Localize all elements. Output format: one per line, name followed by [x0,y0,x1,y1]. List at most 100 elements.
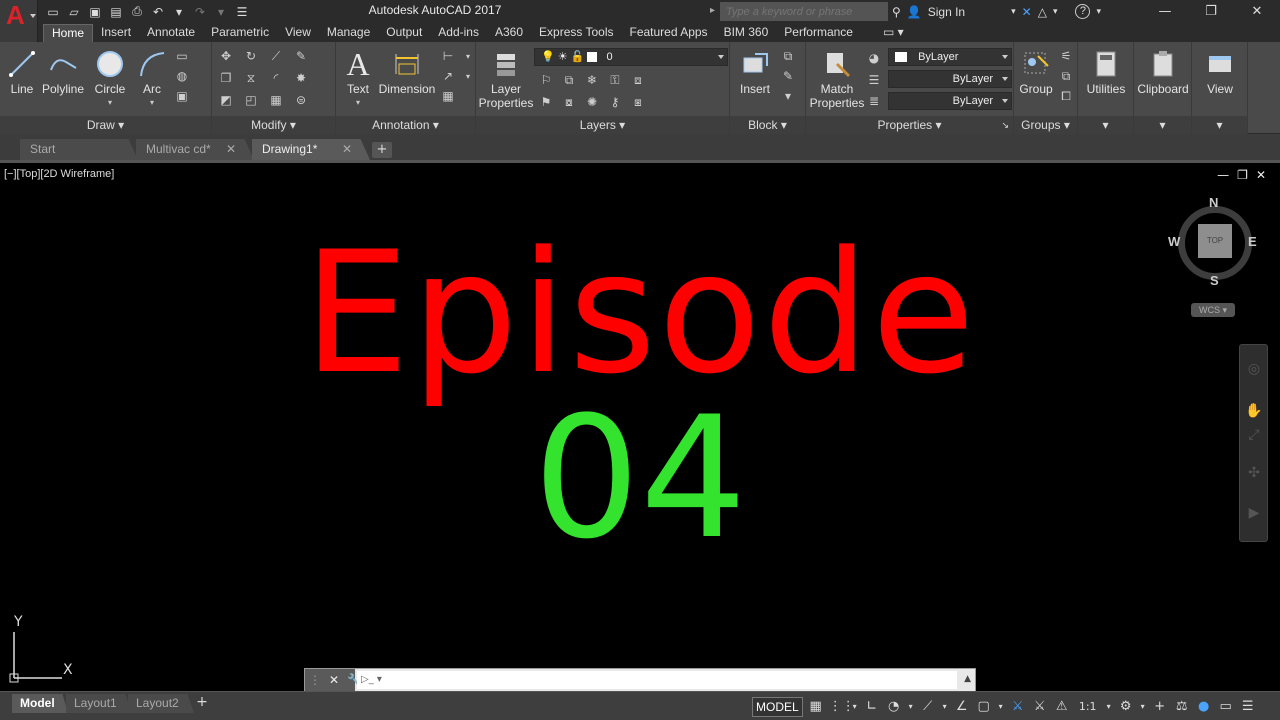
close-icon[interactable]: ✕ [1234,0,1280,23]
erase-icon[interactable]: ✎ [293,48,309,64]
layout-tab-model[interactable]: Model [12,694,68,713]
insert-block-button[interactable]: Insert [734,46,776,96]
block-panel-footer[interactable]: Block ▾ [730,116,805,134]
compass-east[interactable]: E [1248,234,1257,249]
view-panel-footer[interactable]: ▾ [1192,116,1247,134]
color-dropdown[interactable]: ByLayer [888,48,1012,66]
polyline-button[interactable]: Polyline [40,46,86,96]
polar-dropdown-icon[interactable]: ▾ [907,698,915,716]
compass-west[interactable]: W [1168,234,1180,249]
copy-icon[interactable]: ❐ [218,70,234,86]
workspace-dropdown-icon[interactable]: ▾ [1139,698,1147,716]
show-motion-icon[interactable]: ▶ [1245,505,1263,523]
steering-wheel-icon[interactable]: ◎ [1245,361,1263,379]
scale-icon[interactable]: ◰ [243,92,259,108]
explode-icon[interactable]: ✸ [293,70,309,86]
layer-freeze-icon[interactable]: ❄ [584,72,600,88]
array-icon[interactable]: ▦ [268,92,284,108]
doc-tab-start[interactable]: Start [20,139,138,160]
tab-featured-apps[interactable]: Featured Apps [622,24,716,42]
model-space-button[interactable]: MODEL [752,697,803,717]
group-edit-icon[interactable]: ⧉ [1058,68,1074,84]
tab-add-ins[interactable]: Add-ins [430,24,487,42]
match-properties-button[interactable]: Match Properties [808,46,866,110]
isodraft-dropdown-icon[interactable]: ▾ [941,698,949,716]
clipboard-panel-footer[interactable]: ▾ [1134,116,1191,134]
exchange-icon[interactable]: ✕ [1022,5,1032,19]
layer-properties-button[interactable]: Layer Properties [478,46,534,110]
tab-insert[interactable]: Insert [93,24,139,42]
workspace-gear-icon[interactable]: ⚙ [1117,698,1135,716]
create-block-icon[interactable]: ⧉ [780,48,796,64]
command-input[interactable] [357,671,957,689]
trim-icon[interactable]: ⟋ [268,48,284,64]
annotation-visibility-icon[interactable]: ⚔ [1009,698,1027,716]
line-button[interactable]: Line [6,46,38,96]
help-icon[interactable]: ? [1075,4,1091,19]
linetype-dropdown[interactable]: ByLayer [888,92,1012,110]
ribbon-options-icon[interactable]: ▭ ▾ [875,24,912,42]
linear-dimension-icon[interactable]: ⊢ [440,48,456,64]
stretch-icon[interactable]: ◩ [218,92,234,108]
search-expand-icon[interactable]: ▸ [710,5,715,16]
boundary-icon[interactable]: ▣ [174,88,190,104]
properties-panel-footer[interactable]: Properties ▾ ↘ [806,116,1013,134]
doc-tab-drawing1[interactable]: Drawing1* ✕ [252,139,370,160]
modify-panel-footer[interactable]: Modify ▾ [212,116,335,134]
arc-dropdown-icon[interactable]: ▾ [134,96,170,110]
linear-dropdown-icon[interactable]: ▾ [460,48,476,64]
layer-unisolate-icon[interactable]: ⧇ [561,94,577,110]
wcs-menu[interactable]: WCS ▾ [1191,303,1235,317]
annotation-panel-footer[interactable]: Annotation ▾ [336,116,475,134]
tab-bim-360[interactable]: BIM 360 [716,24,777,42]
utilities-panel-footer[interactable]: ▾ [1078,116,1133,134]
rectangle-icon[interactable]: ▭ [174,48,190,64]
customization-menu-icon[interactable]: ☰ [1239,698,1257,716]
viewcube[interactable]: TOP N S E W [1168,195,1258,288]
move-icon[interactable]: ✥ [218,48,234,64]
search-input[interactable] [720,2,888,21]
group-button[interactable]: Group [1016,46,1056,96]
grid-icon[interactable]: ▦ [807,698,825,716]
tab-annotate[interactable]: Annotate [139,24,203,42]
binoculars-icon[interactable]: ⚲ [892,5,901,19]
annotation-monitor-icon[interactable]: + [1151,698,1169,716]
restore-icon[interactable]: ❐ [1188,0,1234,23]
sign-in-link[interactable]: Sign In [928,5,965,19]
layer-thaw-icon[interactable]: ✺ [584,94,600,110]
a360-dropdown-icon[interactable]: ▾ [1053,6,1058,17]
group-select-icon[interactable]: ⧠ [1058,88,1074,104]
doc-tab-multivac[interactable]: Multivac cd* ✕ [136,139,254,160]
tab-parametric[interactable]: Parametric [203,24,277,42]
lineweight-dropdown[interactable]: ByLayer [888,70,1012,88]
layer-on-icon[interactable]: ⚑ [538,94,554,110]
isolate-objects-icon[interactable]: ● [1195,698,1213,716]
leader-dropdown-icon[interactable]: ▾ [460,68,476,84]
layout-tab-layout1[interactable]: Layout1 [66,694,132,713]
viewcube-top-face[interactable]: TOP [1198,224,1232,258]
object-snap-tracking-icon[interactable]: ∠ [953,698,971,716]
layer-isolate-icon[interactable]: ⧉ [561,72,577,88]
object-snap-dropdown-icon[interactable]: ▾ [997,698,1005,716]
text-button[interactable]: A Text ▾ [342,46,374,110]
tab-performance[interactable]: Performance [776,24,861,42]
table-icon[interactable]: ▦ [440,88,456,104]
circle-dropdown-icon[interactable]: ▾ [90,96,130,110]
groups-panel-footer[interactable]: Groups ▾ [1014,116,1077,134]
orbit-icon[interactable]: ✣ [1245,465,1263,483]
tab-a360[interactable]: A360 [487,24,531,42]
snap-icon[interactable]: ⋮⋮ [829,698,855,716]
tab-manage[interactable]: Manage [319,24,378,42]
compass-south[interactable]: S [1210,273,1219,288]
tab-output[interactable]: Output [378,24,430,42]
layout-tab-layout2[interactable]: Layout2 [128,694,194,713]
tab-express-tools[interactable]: Express Tools [531,24,621,42]
drawing-viewport[interactable]: [−][Top][2D Wireframe] — ❐ ✕ Episode 04 [0,163,1280,691]
rotate-icon[interactable]: ↻ [243,48,259,64]
ungroup-icon[interactable]: ⚟ [1058,48,1074,64]
close-icon[interactable]: ✕ [342,139,352,159]
annotation-scale-value[interactable]: 1:1 [1075,698,1101,716]
minimize-icon[interactable]: — [1217,168,1229,182]
viewport-controls-label[interactable]: [−][Top][2D Wireframe] [4,168,114,180]
dimension-button[interactable]: Dimension [378,46,436,96]
